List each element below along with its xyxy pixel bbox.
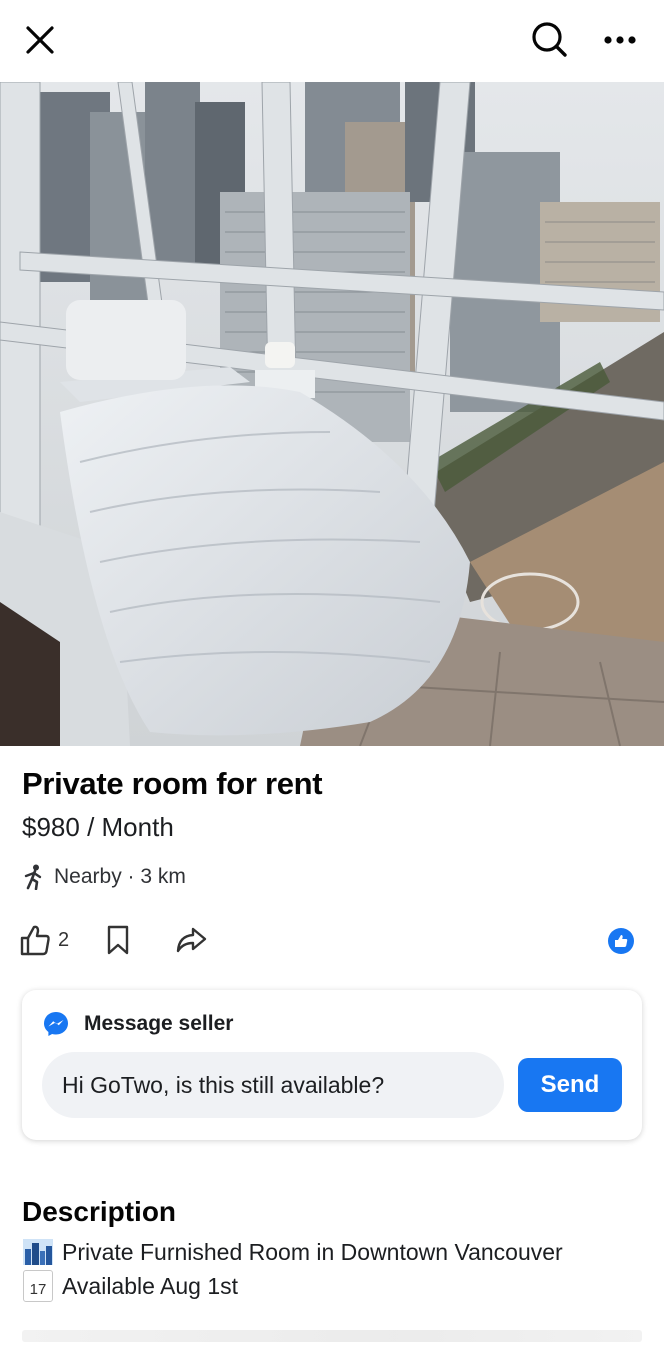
calendar-icon: 17 bbox=[22, 1270, 54, 1302]
close-button[interactable] bbox=[18, 18, 62, 62]
walking-person-icon bbox=[24, 864, 42, 890]
message-input[interactable] bbox=[42, 1052, 504, 1118]
thumbs-up-icon bbox=[20, 925, 50, 956]
description-overflow-text bbox=[22, 1330, 642, 1342]
description-location-text: Private Furnished Room in Downtown Vanco… bbox=[62, 1238, 563, 1265]
messenger-icon bbox=[44, 1012, 68, 1036]
like-count: 2 bbox=[58, 928, 70, 951]
bookmark-icon bbox=[107, 925, 129, 955]
description-line-location: Private Furnished Room in Downtown Vanco… bbox=[22, 1238, 563, 1266]
listing-title: Private room for rent bbox=[22, 766, 323, 801]
search-button[interactable] bbox=[526, 16, 572, 62]
send-button[interactable]: Send bbox=[518, 1058, 622, 1112]
more-horizontal-icon bbox=[604, 36, 636, 44]
description-availability-text: Available Aug 1st bbox=[62, 1272, 239, 1299]
message-seller-heading: Message seller bbox=[84, 1012, 234, 1035]
description-line-availability: 17 Available Aug 1st bbox=[22, 1270, 239, 1302]
reaction-like-badge[interactable] bbox=[608, 928, 634, 954]
distance-text: Nearby · 3 km bbox=[54, 865, 186, 888]
search-icon bbox=[532, 22, 567, 57]
listing-photo[interactable] bbox=[0, 82, 664, 746]
listing-actions: 2 bbox=[18, 920, 251, 960]
save-button[interactable] bbox=[105, 924, 131, 956]
message-seller-card: Message seller Send bbox=[22, 990, 642, 1140]
thumbs-up-filled-icon bbox=[615, 935, 628, 947]
close-icon bbox=[26, 26, 54, 54]
listing-photo-image bbox=[0, 82, 664, 746]
like-button[interactable] bbox=[18, 923, 52, 957]
listing-distance: Nearby · 3 km bbox=[22, 864, 186, 890]
calendar-day: 17 bbox=[29, 1281, 47, 1298]
listing-price: $980 / Month bbox=[22, 812, 174, 842]
share-arrow-icon bbox=[176, 927, 207, 953]
description-heading: Description bbox=[22, 1196, 177, 1227]
share-button[interactable] bbox=[175, 926, 207, 954]
message-seller-header: Message seller bbox=[42, 1010, 233, 1038]
more-options-button[interactable] bbox=[598, 20, 642, 60]
cityscape-icon bbox=[22, 1238, 54, 1266]
top-bar bbox=[0, 0, 664, 82]
